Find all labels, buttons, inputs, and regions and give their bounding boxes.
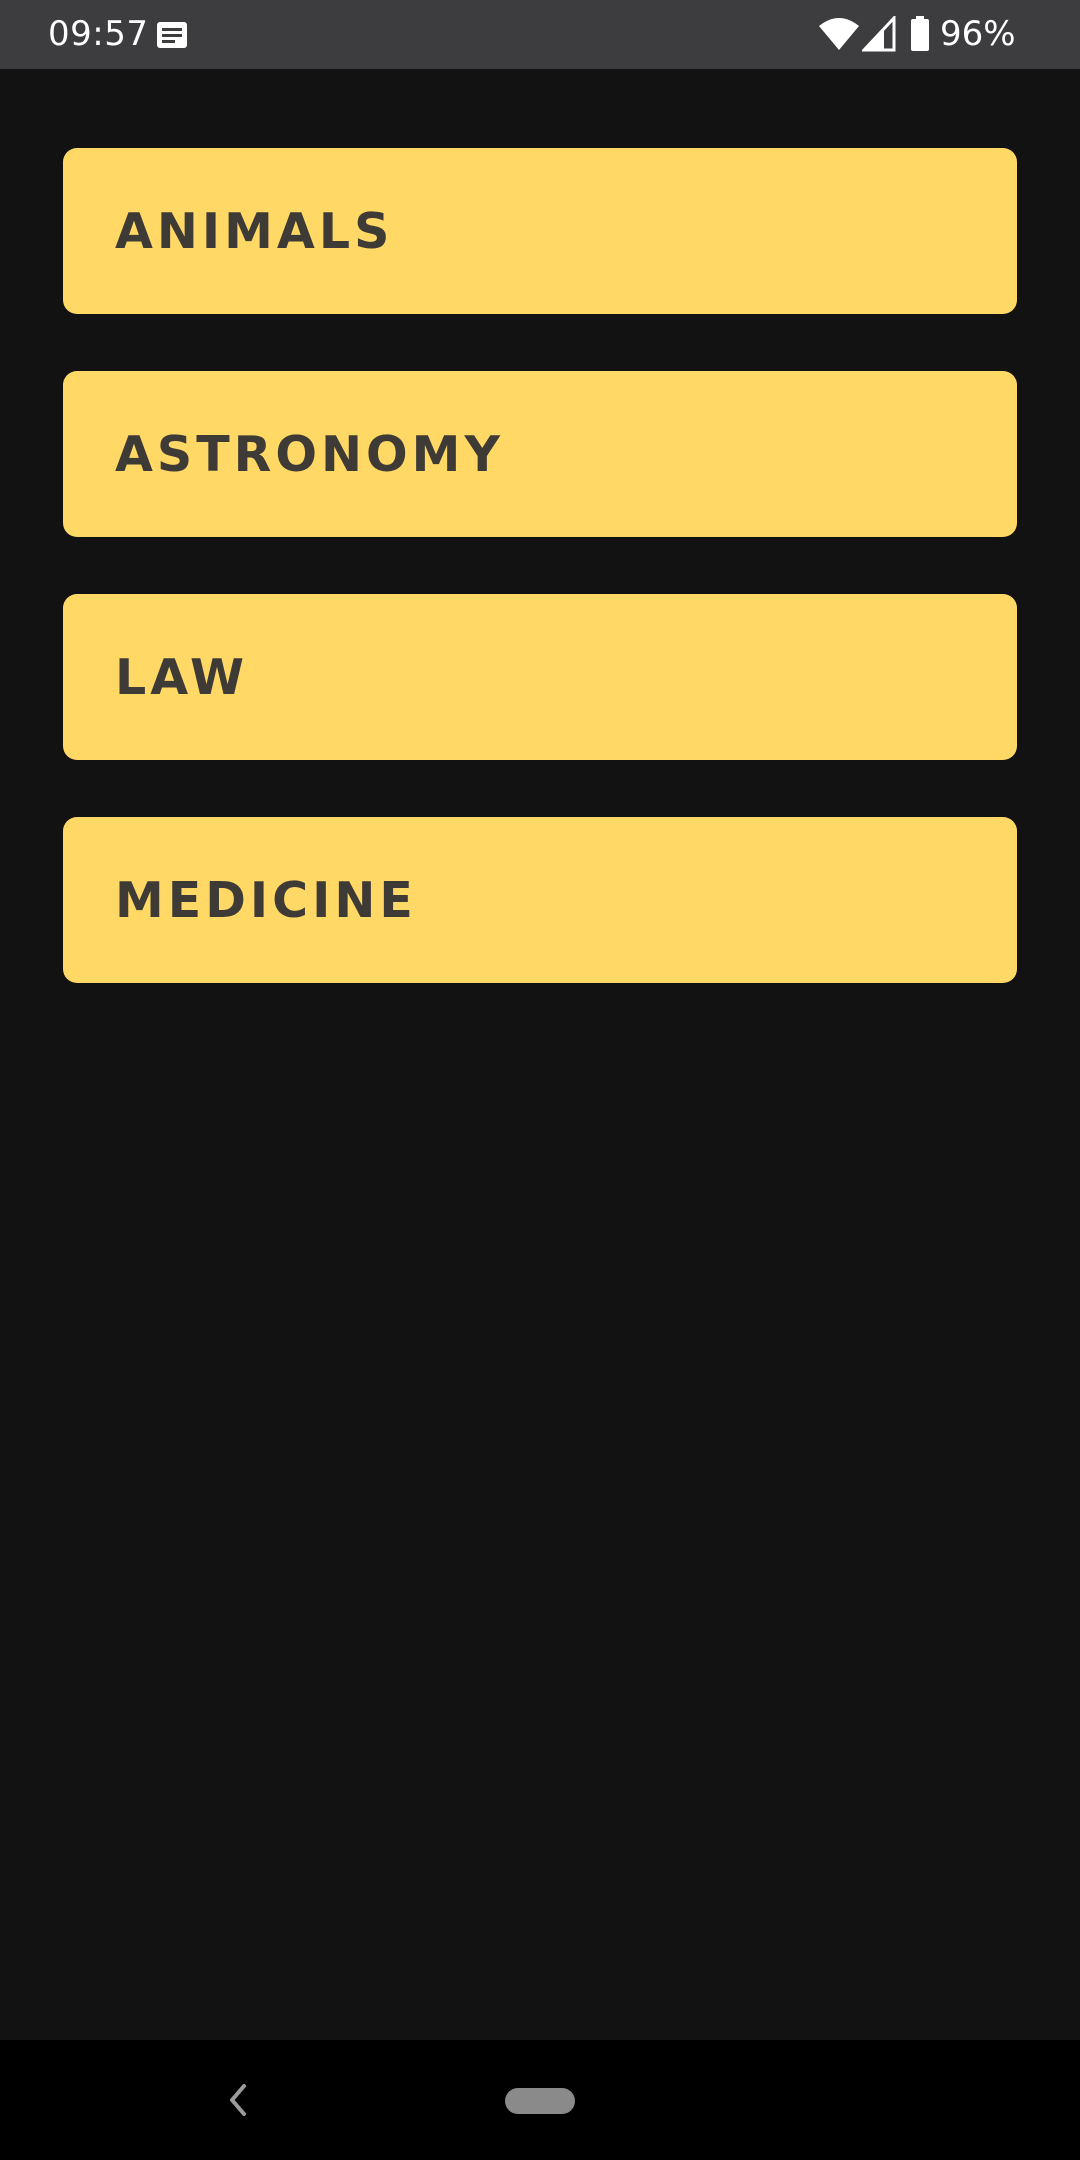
status-bar: 09:57 96% bbox=[0, 0, 1080, 69]
status-time: 09:57 bbox=[48, 14, 149, 54]
category-list: ANIMALS ASTRONOMY LAW MEDICINE bbox=[63, 148, 1017, 1040]
category-button-animals[interactable]: ANIMALS bbox=[63, 148, 1017, 314]
home-pill-icon[interactable] bbox=[505, 2088, 575, 2114]
category-button-astronomy[interactable]: ASTRONOMY bbox=[63, 371, 1017, 537]
category-label: ANIMALS bbox=[115, 202, 394, 260]
category-label: LAW bbox=[115, 648, 248, 706]
battery-icon bbox=[911, 16, 929, 51]
screen: 09:57 96% ANIMALS ASTRONOMY LAW MEDICINE bbox=[0, 0, 1080, 2160]
battery-percentage: 96% bbox=[940, 14, 1016, 54]
category-button-law[interactable]: LAW bbox=[63, 594, 1017, 760]
category-button-medicine[interactable]: MEDICINE bbox=[63, 817, 1017, 983]
category-label: MEDICINE bbox=[115, 871, 417, 929]
signal-icon bbox=[862, 16, 896, 52]
category-label: ASTRONOMY bbox=[115, 425, 504, 483]
content-area: ANIMALS ASTRONOMY LAW MEDICINE bbox=[0, 69, 1080, 2040]
wifi-icon bbox=[819, 18, 859, 50]
notification-icon bbox=[157, 22, 187, 48]
back-icon[interactable] bbox=[222, 2080, 252, 2120]
navigation-bar bbox=[0, 2040, 1080, 2160]
